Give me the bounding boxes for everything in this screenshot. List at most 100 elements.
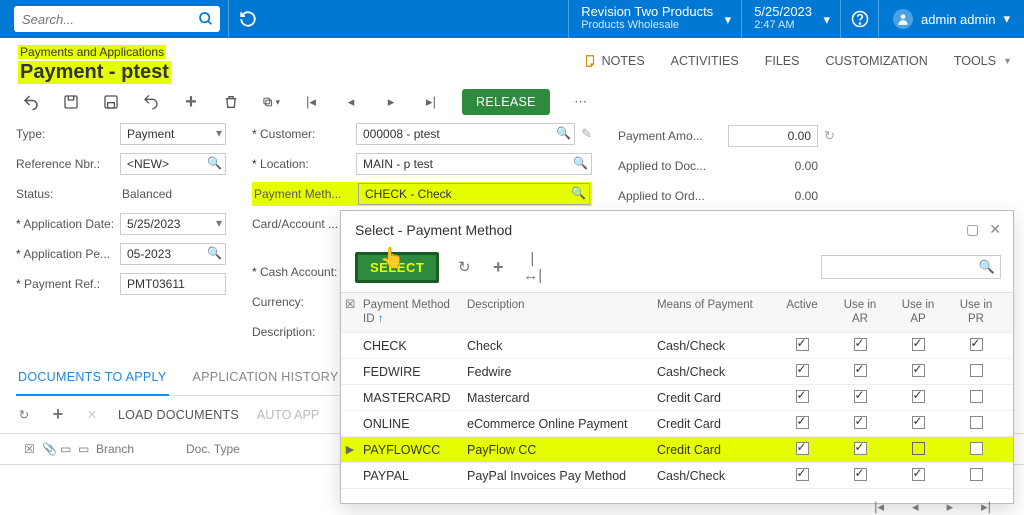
release-button[interactable]: RELEASE (462, 89, 550, 115)
type-select[interactable] (120, 123, 226, 145)
location-label: Location: (252, 157, 356, 171)
add-icon[interactable]: + (182, 93, 200, 111)
cell-ap (889, 464, 947, 488)
payment-amount-input[interactable] (728, 125, 818, 147)
location-input[interactable] (356, 153, 592, 175)
table-row[interactable]: FEDWIRE Fedwire Cash/Check (341, 359, 1013, 385)
undo-icon[interactable] (142, 93, 160, 111)
save-icon[interactable] (102, 93, 120, 111)
activities-button[interactable]: ACTIVITIES (671, 54, 739, 68)
save-close-icon[interactable] (62, 93, 80, 111)
application-date-input[interactable] (120, 213, 226, 235)
cell-means: Cash/Check (653, 361, 773, 383)
payment-method-input[interactable] (358, 183, 590, 205)
cell-pr (947, 412, 1005, 436)
grid-delete-icon[interactable]: ✕ (84, 407, 100, 422)
payment-ref-input[interactable] (120, 273, 226, 295)
popup-refresh-icon[interactable]: ↻ (455, 258, 473, 276)
table-row[interactable]: ONLINE eCommerce Online Payment Credit C… (341, 411, 1013, 437)
customer-input[interactable] (356, 123, 575, 145)
cell-means: Credit Card (653, 413, 773, 435)
col-use-pr[interactable]: Use in PR (947, 297, 1005, 329)
close-icon[interactable]: ✕ (989, 221, 1001, 238)
refresh-icon[interactable] (228, 0, 266, 38)
col-active[interactable]: Active (773, 297, 831, 315)
cell-pr (947, 386, 1005, 410)
checkbox-icon (796, 468, 809, 481)
tenant-selector[interactable]: Revision Two Products Products Wholesale… (568, 0, 741, 38)
more-icon[interactable]: ⋯ (572, 93, 590, 111)
col-use-ar[interactable]: Use in AR (831, 297, 889, 329)
back-icon[interactable] (22, 93, 40, 111)
tenant-name: Revision Two Products (581, 4, 713, 19)
cell-ap (889, 412, 947, 436)
select-button[interactable]: SELECT (355, 252, 439, 283)
checkbox-icon (912, 442, 925, 455)
row-indicator (341, 368, 359, 376)
cell-ar (831, 464, 889, 488)
payment-amount-label: Payment Amo... (618, 129, 728, 143)
cell-active (773, 464, 831, 488)
tools-menu[interactable]: TOOLS (954, 54, 1010, 68)
global-search-input[interactable] (14, 6, 220, 32)
maximize-icon[interactable]: ▢ (966, 221, 979, 238)
reference-input[interactable] (120, 153, 226, 175)
checkbox-icon (796, 442, 809, 455)
table-row[interactable]: ▶ PAYFLOWCC PayFlow CC Credit Card (341, 437, 1013, 463)
copy-icon[interactable]: ▾ (262, 93, 280, 111)
checkbox-icon (970, 442, 983, 455)
popup-add-icon[interactable]: + (489, 257, 507, 278)
business-date[interactable]: 5/25/2023 2:47 AM ▾ (741, 0, 840, 38)
refresh-small-icon[interactable]: ↻ (824, 128, 835, 144)
first-icon[interactable]: |◂ (302, 93, 320, 111)
col-use-ap[interactable]: Use in AP (889, 297, 947, 329)
col-means[interactable]: Means of Payment (653, 297, 773, 315)
last-icon[interactable]: ▸| (422, 93, 440, 111)
tab-documents-to-apply[interactable]: DOCUMENTS TO APPLY (16, 362, 169, 396)
cell-pr (947, 464, 1005, 488)
cell-active (773, 412, 831, 436)
payment-method-selector-dialog: Select - Payment Method ▢ ✕ SELECT ↻ + |… (340, 210, 1014, 504)
cell-active (773, 360, 831, 384)
pager-next-icon[interactable]: ▸ (947, 499, 954, 515)
delete-icon[interactable] (222, 93, 240, 111)
user-menu[interactable]: admin admin ▾ (878, 0, 1024, 38)
breadcrumb[interactable]: Payments and Applications (18, 45, 166, 59)
pager-last-icon[interactable]: ▸| (981, 499, 991, 515)
table-row[interactable]: MASTERCARD Mastercard Credit Card (341, 385, 1013, 411)
application-period-input[interactable] (120, 243, 226, 265)
table-row[interactable]: PAYPAL PayPal Invoices Pay Method Cash/C… (341, 463, 1013, 489)
row-indicator: ▶ (341, 439, 359, 460)
time-value: 2:47 AM (754, 19, 812, 31)
pager-first-icon[interactable]: |◂ (874, 499, 884, 515)
fit-columns-icon[interactable]: |↔| (523, 250, 541, 284)
checkbox-icon (796, 338, 809, 351)
popup-search-input[interactable] (821, 255, 1001, 279)
cell-ap (889, 334, 947, 358)
load-documents-button[interactable]: LOAD DOCUMENTS (118, 408, 239, 422)
application-period-label: Application Pe... (16, 247, 120, 261)
checkbox-icon (970, 390, 983, 403)
help-icon[interactable] (840, 0, 878, 38)
status-value: Balanced (120, 187, 172, 201)
edit-pencil-icon[interactable]: ✎ (581, 126, 592, 142)
customization-button[interactable]: CUSTOMIZATION (825, 54, 927, 68)
checkbox-icon (796, 416, 809, 429)
applied-ord-label: Applied to Ord... (618, 189, 728, 203)
search-icon[interactable] (196, 9, 216, 29)
grid-refresh-icon[interactable]: ↻ (16, 407, 32, 422)
notes-button[interactable]: NOTES (583, 54, 645, 68)
applied-doc-label: Applied to Doc... (618, 159, 728, 173)
cell-ar (831, 386, 889, 410)
files-button[interactable]: FILES (765, 54, 800, 68)
checkbox-icon (912, 390, 925, 403)
grid-add-icon[interactable]: + (50, 404, 66, 425)
pager-prev-icon[interactable]: ◂ (912, 499, 919, 515)
prev-icon[interactable]: ◂ (342, 93, 360, 111)
tab-application-history[interactable]: APPLICATION HISTORY (191, 362, 341, 395)
next-icon[interactable]: ▸ (382, 93, 400, 111)
col-id[interactable]: Payment Method ID ↑ (359, 297, 463, 329)
col-description[interactable]: Description (463, 297, 653, 315)
cell-pr (947, 360, 1005, 384)
table-row[interactable]: CHECK Check Cash/Check (341, 333, 1013, 359)
